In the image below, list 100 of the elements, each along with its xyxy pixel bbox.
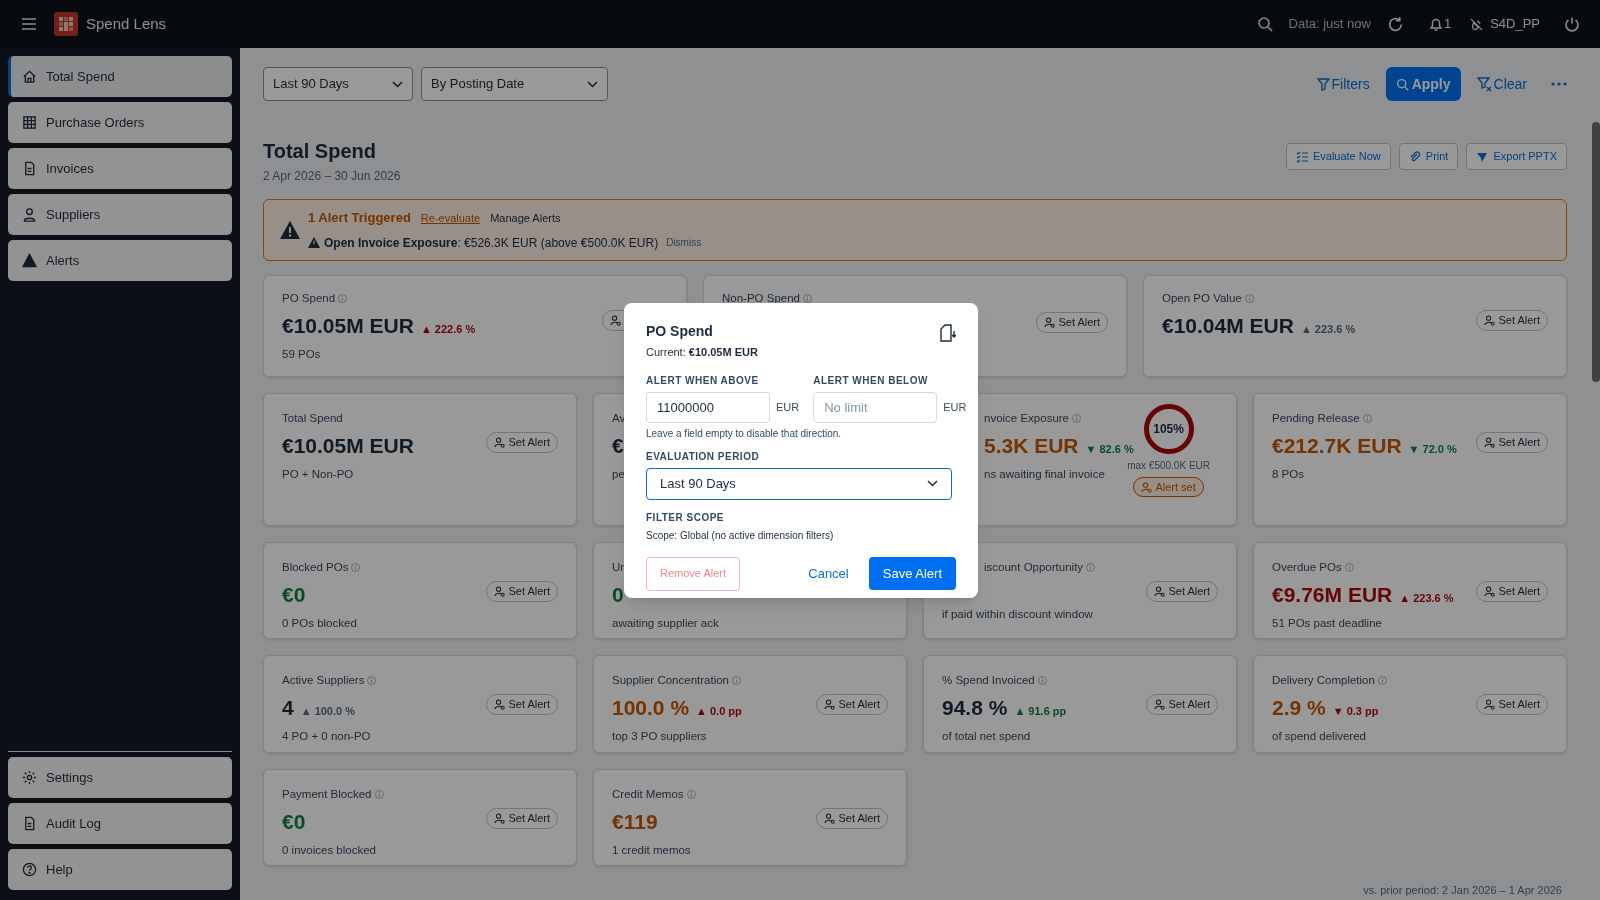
set-alert-button[interactable]: Set Alert [1476, 694, 1548, 715]
kpi-subtitle: if paid within discount window [942, 607, 1093, 623]
alert-message: Open Invoice Exposure: €526.3K EUR (above €500.0K EUR) [324, 234, 659, 252]
set-alert-button[interactable]: Set Alert [1476, 432, 1548, 453]
clear-button[interactable]: Clear [1476, 73, 1527, 95]
save-alert-button[interactable]: Save Alert [868, 557, 956, 590]
set-alert-button[interactable]: Set Alert [486, 808, 558, 829]
manage-alerts-link[interactable]: Manage Alerts [490, 209, 561, 227]
cancel-button[interactable]: Cancel [800, 563, 857, 584]
kpi-delta: ▲ 222.6 % [420, 322, 476, 338]
toolbar-button[interactable]: Export PPTX [1466, 143, 1567, 170]
page-title: Total Spend [263, 139, 377, 163]
sidebar-item[interactable]: Suppliers [8, 194, 232, 235]
kpi-title: Delivery Completion [1272, 673, 1375, 688]
kpi-title: Total Spend [282, 411, 343, 426]
kpi-subtitle: 0 POs blocked [282, 615, 357, 631]
data-status: Data: just now [1288, 15, 1371, 34]
filters-button[interactable]: Filters [1316, 73, 1370, 95]
set-alert-button[interactable]: Set Alert [1476, 310, 1548, 331]
kpi-subtitle: top 3 PO suppliers [612, 728, 707, 744]
kpi-value: €10.04M EUR [1162, 313, 1294, 340]
kpi-subtitle: 4 PO + 0 non-PO [282, 728, 371, 744]
kpi-value: €9.76M EUR [1272, 582, 1393, 609]
apply-button[interactable]: Apply [1385, 67, 1461, 101]
kpi-delta: ▼ 72.0 % [1408, 442, 1457, 458]
kpi-value: €0 [282, 582, 306, 609]
reevaluate-link[interactable]: Re-evaluate [420, 209, 481, 227]
above-threshold-field[interactable]: 11000000 [646, 391, 770, 423]
kpi-subtitle: of total net spend [942, 728, 1031, 744]
kpi-value: €10.05M EUR [282, 433, 414, 460]
kpi-delta: ▲ 223.6 % [1399, 591, 1454, 607]
kpi-title: nvoice Exposure [984, 411, 1070, 426]
kpi-title: Payment Blocked [282, 787, 372, 802]
kpi-delta: ▲ 223.6 % [1300, 322, 1356, 338]
set-alert-button[interactable]: Set Alert [486, 432, 558, 453]
kpi-subtitle: awaiting supplier ack [612, 615, 719, 631]
set-alert-button[interactable]: Set Alert [486, 581, 558, 602]
section-label: FILTER SCOPE [646, 510, 726, 525]
gauge-caption: max €500.0K EUR [1127, 459, 1210, 473]
kpi-subtitle: pe [612, 466, 625, 482]
kpi-title: % Spend Invoiced [942, 673, 1035, 688]
kpi-value: € [612, 433, 624, 460]
sidebar-item[interactable]: Settings [8, 757, 232, 798]
comparison-note: vs. prior period: 2 Jan 2026 – 1 Apr 2026 [1363, 883, 1562, 898]
toolbar-button[interactable]: Print [1398, 143, 1459, 170]
system-id: S4D_PP [1490, 15, 1540, 34]
field-label: EVALUATION PERIOD [646, 449, 761, 464]
sidebar-item[interactable]: Purchase Orders [8, 102, 232, 143]
kpi-title: Active Suppliers [282, 673, 365, 688]
sidebar-item[interactable]: Alerts [8, 240, 232, 281]
date-range: 2 Apr 2026 – 30 Jun 2026 [263, 168, 401, 185]
field-hint: Leave a field empty to disable that direction. [646, 426, 843, 441]
set-alert-button[interactable]: Set Alert [1146, 694, 1218, 715]
kpi-delta: ▲ 91.6 pp [1014, 704, 1067, 720]
dismiss-link[interactable]: Dismiss [666, 235, 702, 251]
kpi-delta: ▼ 82.6 % [1085, 442, 1134, 458]
kpi-value: 5.3K EUR [984, 433, 1079, 460]
sidebar-item[interactable]: Audit Log [8, 803, 232, 844]
kpi-delta: ▲ 100.0 % [300, 704, 355, 720]
kpi-value: €10.05M EUR [282, 313, 414, 340]
sidebar-item[interactable]: Help [8, 849, 232, 890]
field-label: ALERT WHEN BELOW [813, 373, 929, 388]
sidebar-item[interactable]: Invoices [8, 148, 232, 189]
kpi-subtitle: ns awaiting final invoice [983, 466, 1105, 482]
set-alert-button[interactable]: Set Alert [1146, 581, 1218, 602]
unit-label: EUR [776, 399, 800, 415]
date-basis-select[interactable]: By Posting Date [421, 67, 608, 101]
set-alert-button[interactable]: Set Alert [1476, 581, 1548, 602]
kpi-title: PO Spend [282, 291, 336, 306]
kpi-delta: ▲ 0.0 pp [696, 704, 742, 720]
period-select[interactable]: Last 90 Days [263, 67, 413, 101]
kpi-value: 4 [282, 695, 294, 722]
kpi-delta: ▼ 0.3 pp [1332, 704, 1379, 720]
set-alert-button[interactable]: Set Alert [486, 694, 558, 715]
kpi-title: iscount Opportunity [984, 560, 1084, 575]
below-threshold-field[interactable]: No limit [813, 391, 938, 423]
set-alert-button[interactable]: Set Alert [1036, 312, 1108, 333]
kpi-title: Non-PO Spend [722, 291, 800, 306]
sidebar-item[interactable]: Total Spend [8, 56, 232, 97]
kpi-value: €119 [612, 809, 658, 836]
gauge-label: 105% [1153, 421, 1184, 438]
kpi-subtitle: 0 invoices blocked [282, 842, 376, 858]
kpi-value: 0 [612, 582, 624, 609]
kpi-title: Open PO Value [1162, 291, 1242, 306]
scope-text: Scope: Global (no active dimension filters) [646, 528, 835, 543]
alert-set-button[interactable]: Alert set [1133, 477, 1204, 497]
kpi-value: 2.9 % [1272, 695, 1326, 722]
notification-count: 1 [1443, 15, 1452, 34]
toolbar-button[interactable]: Evaluate Now [1285, 143, 1391, 170]
current-value: Current: €10.05M EUR [646, 345, 758, 360]
kpi-title: Overdue POs [1272, 560, 1342, 575]
kpi-subtitle: 1 credit memos [612, 842, 691, 858]
kpi-subtitle: 8 POs [1272, 466, 1304, 482]
kpi-subtitle: 51 POs past deadline [1272, 615, 1382, 631]
dialog-title: PO Spend [646, 322, 714, 341]
kpi-value: 100.0 % [612, 695, 690, 722]
set-alert-button[interactable]: Set Alert [816, 694, 888, 715]
set-alert-button[interactable]: Set Alert [816, 808, 888, 829]
field-label: ALERT WHEN ABOVE [646, 373, 760, 388]
period-select[interactable]: Last 90 Days [646, 467, 952, 500]
